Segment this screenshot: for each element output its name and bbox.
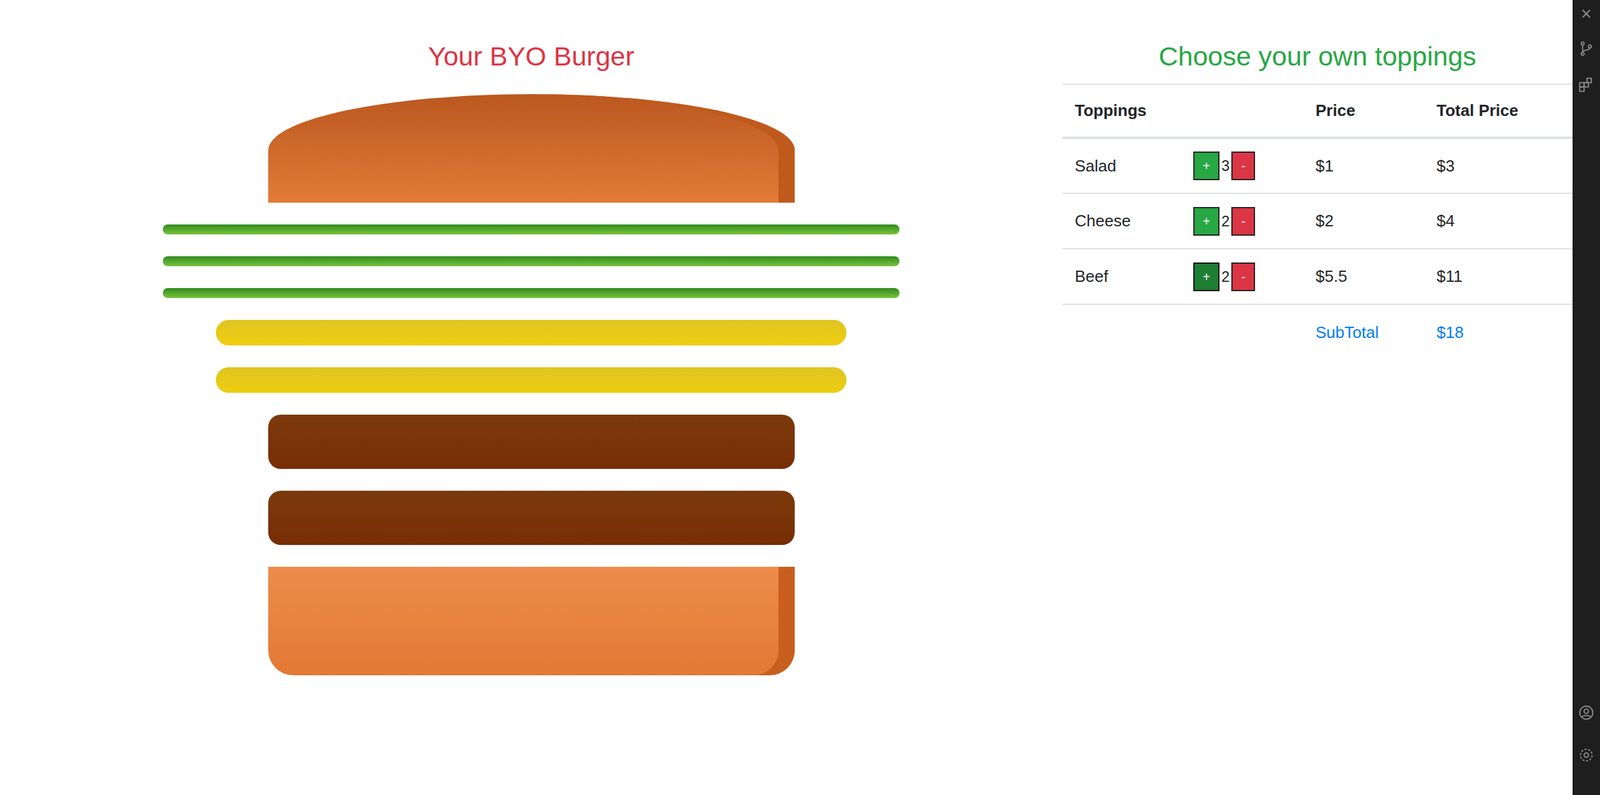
blank-header [1190, 84, 1304, 138]
salad-layer [162, 224, 900, 235]
topping-name: Salad [1062, 137, 1191, 194]
total-price: $3 [1424, 137, 1573, 194]
activity-bar [1572, 0, 1600, 795]
cheese-layer [215, 367, 847, 393]
burger-panel: Your BYO Burger [0, 0, 1063, 795]
add-button[interactable]: + [1193, 151, 1220, 181]
quantity-cell: +2- [1190, 248, 1304, 305]
gear-icon[interactable] [1577, 746, 1596, 765]
remove-button[interactable]: - [1231, 207, 1256, 236]
close-icon[interactable] [1578, 6, 1594, 22]
source-control-icon[interactable] [1577, 39, 1596, 58]
salad-layer [162, 256, 900, 267]
subtotal-row: SubTotal$18 [1062, 304, 1573, 360]
topping-name: Cheese [1062, 193, 1191, 249]
count: 3 [1219, 154, 1232, 178]
quantity-control: +2- [1193, 207, 1301, 236]
add-button[interactable]: + [1193, 262, 1220, 292]
subtotal-value: $18 [1424, 304, 1573, 360]
column-header: Price [1303, 84, 1425, 138]
top-bun [268, 94, 795, 203]
salad-layer [162, 288, 900, 299]
table-row: Cheese+2-$2$4 [1062, 193, 1573, 249]
remove-button[interactable]: - [1231, 262, 1256, 292]
total-price: $11 [1424, 248, 1573, 305]
quantity-control: +3- [1193, 151, 1301, 181]
cheese-layer [215, 320, 847, 346]
toppings-table: ToppingsPriceTotal PriceSalad+3-$1$3Chee… [1062, 83, 1573, 360]
quantity-control: +2- [1193, 262, 1301, 292]
toppings-panel: Choose your own toppings Toppings PriceTot… [1062, 0, 1573, 795]
price: $2 [1303, 193, 1425, 249]
total-price: $4 [1424, 193, 1573, 249]
bottom-bun [268, 567, 795, 676]
column-header: Total Price [1424, 84, 1573, 138]
table-row: Salad+3-$1$3 [1062, 137, 1573, 194]
beef-layer [268, 490, 795, 546]
price: $5.5 [1303, 248, 1425, 305]
beef-layer [268, 414, 795, 470]
count: 2 [1219, 265, 1232, 289]
toppings-title: Choose your own toppings [1062, 39, 1573, 73]
subtotal-label: SubTotal [1303, 304, 1425, 360]
extensions-icon[interactable] [1577, 76, 1596, 94]
add-button[interactable]: + [1193, 207, 1220, 236]
header-row: Toppings PriceTotal Price [1062, 84, 1573, 138]
quantity-cell: +2- [1190, 193, 1304, 249]
quantity-cell: +3- [1190, 137, 1304, 194]
account-icon[interactable] [1577, 704, 1596, 722]
topping-name: Beef [1062, 248, 1191, 305]
burger-title: Your BYO Burger [427, 39, 635, 73]
price: $1 [1303, 137, 1425, 194]
remove-button[interactable]: - [1231, 151, 1256, 181]
table-row: Beef+2-$5.5$11 [1062, 248, 1573, 305]
count: 2 [1219, 210, 1232, 233]
column-header: Toppings [1062, 84, 1191, 138]
